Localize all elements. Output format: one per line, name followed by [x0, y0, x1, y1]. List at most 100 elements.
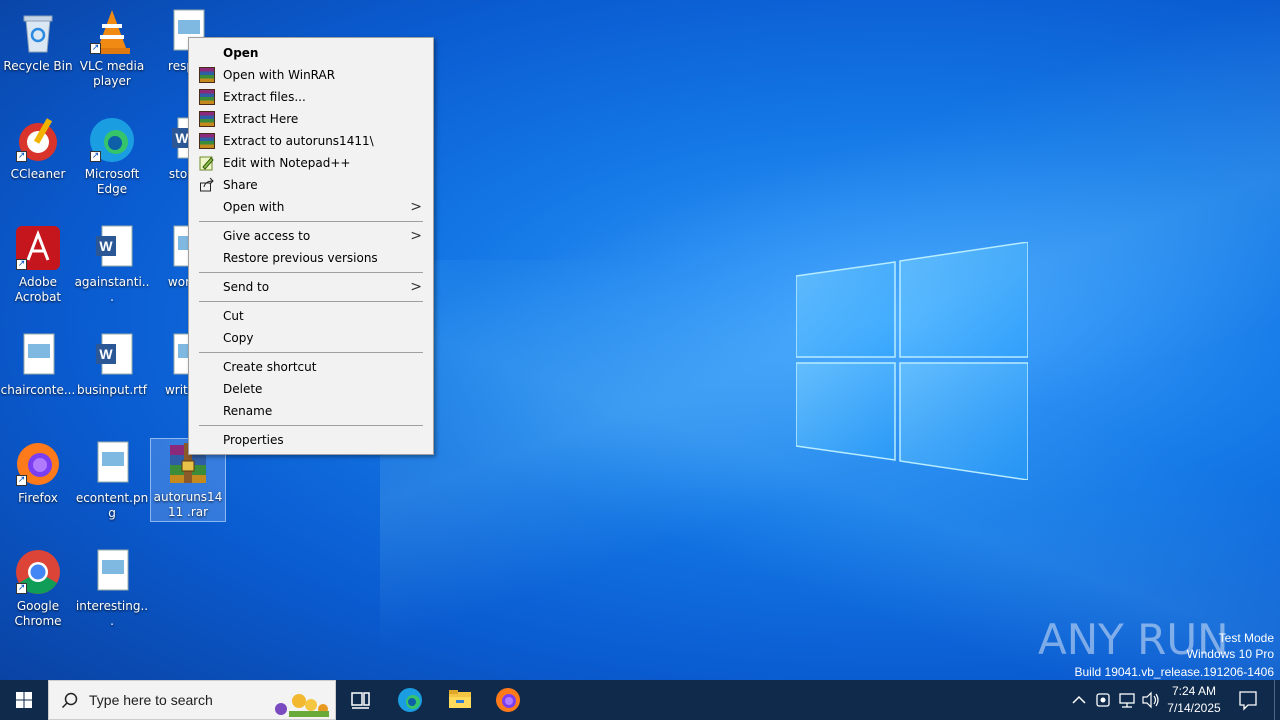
desktop-icon-label: Microsoft Edge	[84, 167, 140, 196]
show-hidden-icons-button[interactable]	[1068, 680, 1090, 720]
notepadpp-icon	[199, 155, 215, 171]
menu-item-label: Extract files...	[223, 90, 306, 104]
windows-edition-text: Windows 10 Pro	[1186, 647, 1274, 661]
desktop-icon-againstanti[interactable]: W againstanti...	[74, 224, 150, 305]
menu-item-label: Open with WinRAR	[223, 68, 336, 82]
desktop-icon-chairconte[interactable]: chairconte...	[0, 332, 76, 398]
shortcut-arrow-icon: ↗	[16, 475, 27, 486]
menu-item-delete[interactable]: Delete	[190, 378, 432, 400]
desktop-icon-recycle-bin[interactable]: Recycle Bin	[0, 8, 76, 74]
search-icon	[61, 692, 78, 709]
task-view-button[interactable]	[336, 680, 384, 720]
menu-item-extract-files[interactable]: Extract files...	[190, 86, 432, 108]
notification-icon	[1239, 691, 1257, 711]
menu-item-label: Rename	[223, 404, 273, 418]
acrobat-icon: ↗	[14, 224, 62, 272]
shortcut-arrow-icon: ↗	[90, 43, 101, 54]
test-mode-text: Test Mode	[1218, 631, 1274, 645]
search-highlight-flowers-icon	[275, 694, 329, 717]
desktop-icon-chrome[interactable]: ↗ Google Chrome	[0, 548, 76, 629]
menu-separator	[199, 352, 423, 353]
desktop-icon-vlc[interactable]: ↗ VLC media player	[74, 8, 150, 89]
desktop-icon-econtent[interactable]: econtent.png	[74, 440, 150, 521]
menu-item-label: Open with	[223, 200, 285, 214]
menu-item-label: Extract Here	[223, 112, 299, 126]
winrar-icon	[199, 89, 215, 105]
desktop-icon-label: CCleaner	[10, 167, 66, 181]
menu-item-label: Copy	[223, 331, 254, 345]
menu-item-label: Open	[223, 46, 259, 60]
taskbar-clock[interactable]: 7:24 AM 7/14/2025	[1160, 683, 1228, 717]
svg-text:W: W	[99, 346, 113, 362]
word-document-icon: W	[88, 224, 136, 272]
show-desktop-button[interactable]	[1274, 680, 1280, 720]
search-placeholder: Type here to search	[89, 692, 213, 708]
winrar-icon	[199, 133, 215, 149]
action-center-button[interactable]	[1232, 680, 1264, 720]
menu-item-create-shortcut[interactable]: Create shortcut	[190, 356, 432, 378]
image-file-icon	[14, 332, 62, 380]
desktop-icon-interesting[interactable]: interesting...	[74, 548, 150, 629]
menu-item-edit-notepadpp[interactable]: Edit with Notepad++	[190, 152, 432, 174]
firefox-icon	[496, 688, 520, 712]
menu-item-copy[interactable]: Copy	[190, 327, 432, 349]
menu-item-restore-previous-versions[interactable]: Restore previous versions	[190, 247, 432, 269]
windows-logo-wallpaper	[796, 242, 1028, 480]
menu-item-give-access-to[interactable]: Give access to >	[190, 225, 432, 247]
menu-item-extract-here[interactable]: Extract Here	[190, 108, 432, 130]
desktop-icon-acrobat[interactable]: ↗ Adobe Acrobat	[0, 224, 76, 305]
desktop-icon-label: VLC media player	[79, 59, 145, 88]
desktop-icon-firefox[interactable]: ↗ Firefox	[0, 440, 76, 506]
clock-time: 7:24 AM	[1171, 684, 1217, 698]
taskbar: Type here to search 7:24 AM 7/14/2025	[0, 680, 1280, 720]
menu-separator	[199, 272, 423, 273]
submenu-arrow-icon: >	[410, 199, 422, 215]
taskbar-search-box[interactable]: Type here to search	[48, 680, 336, 720]
menu-item-extract-to-folder[interactable]: Extract to autoruns1411\	[190, 130, 432, 152]
menu-item-rename[interactable]: Rename	[190, 400, 432, 422]
menu-item-cut[interactable]: Cut	[190, 305, 432, 327]
desktop-icon-label: Adobe Acrobat	[14, 275, 62, 304]
taskbar-file-explorer-button[interactable]	[436, 680, 484, 720]
desktop-icon-businput[interactable]: W businput.rtf	[74, 332, 150, 398]
desktop-icon-edge[interactable]: ↗ Microsoft Edge	[74, 116, 150, 197]
shortcut-arrow-icon: ↗	[16, 583, 27, 594]
context-menu: Open Open with WinRAR Extract files... E…	[188, 37, 434, 455]
desktop-icon-label: businput.rtf	[76, 383, 148, 397]
taskbar-edge-button[interactable]	[386, 680, 434, 720]
taskbar-firefox-button[interactable]	[484, 680, 532, 720]
menu-item-label: Restore previous versions	[223, 251, 378, 265]
menu-item-label: Delete	[223, 382, 263, 396]
desktop-icon-label: Firefox	[18, 491, 58, 505]
desktop-icon-ccleaner[interactable]: ↗ CCleaner	[0, 116, 76, 182]
menu-item-properties[interactable]: Properties	[190, 429, 432, 451]
start-button[interactable]	[0, 680, 48, 720]
menu-item-send-to[interactable]: Send to >	[190, 276, 432, 298]
svg-text:W: W	[99, 238, 113, 254]
menu-separator	[199, 221, 423, 222]
menu-item-label: Share	[223, 178, 258, 192]
edge-icon	[398, 688, 422, 712]
winrar-icon	[199, 111, 215, 127]
submenu-arrow-icon: >	[410, 279, 422, 295]
image-file-icon	[88, 548, 136, 596]
submenu-arrow-icon: >	[410, 228, 422, 244]
volume-button[interactable]	[1140, 680, 1162, 720]
desktop-icon-label: Recycle Bin	[3, 59, 73, 73]
tray-app-icon	[1096, 693, 1110, 707]
task-view-icon	[351, 692, 370, 709]
menu-item-open[interactable]: Open	[190, 42, 432, 64]
menu-item-label: Edit with Notepad++	[223, 156, 351, 170]
menu-item-open-with[interactable]: Open with >	[190, 196, 432, 218]
menu-item-label: Create shortcut	[223, 360, 317, 374]
menu-item-label: Extract to autoruns1411\	[223, 134, 374, 148]
network-icon	[1119, 693, 1135, 708]
tray-app-button[interactable]	[1092, 680, 1114, 720]
chrome-icon: ↗	[14, 548, 62, 596]
menu-item-share[interactable]: Share	[190, 174, 432, 196]
word-document-icon: W	[88, 332, 136, 380]
network-button[interactable]	[1116, 680, 1138, 720]
clock-date: 7/14/2025	[1167, 701, 1221, 715]
menu-item-open-with-winrar[interactable]: Open with WinRAR	[190, 64, 432, 86]
vlc-cone-icon: ↗	[88, 8, 136, 56]
